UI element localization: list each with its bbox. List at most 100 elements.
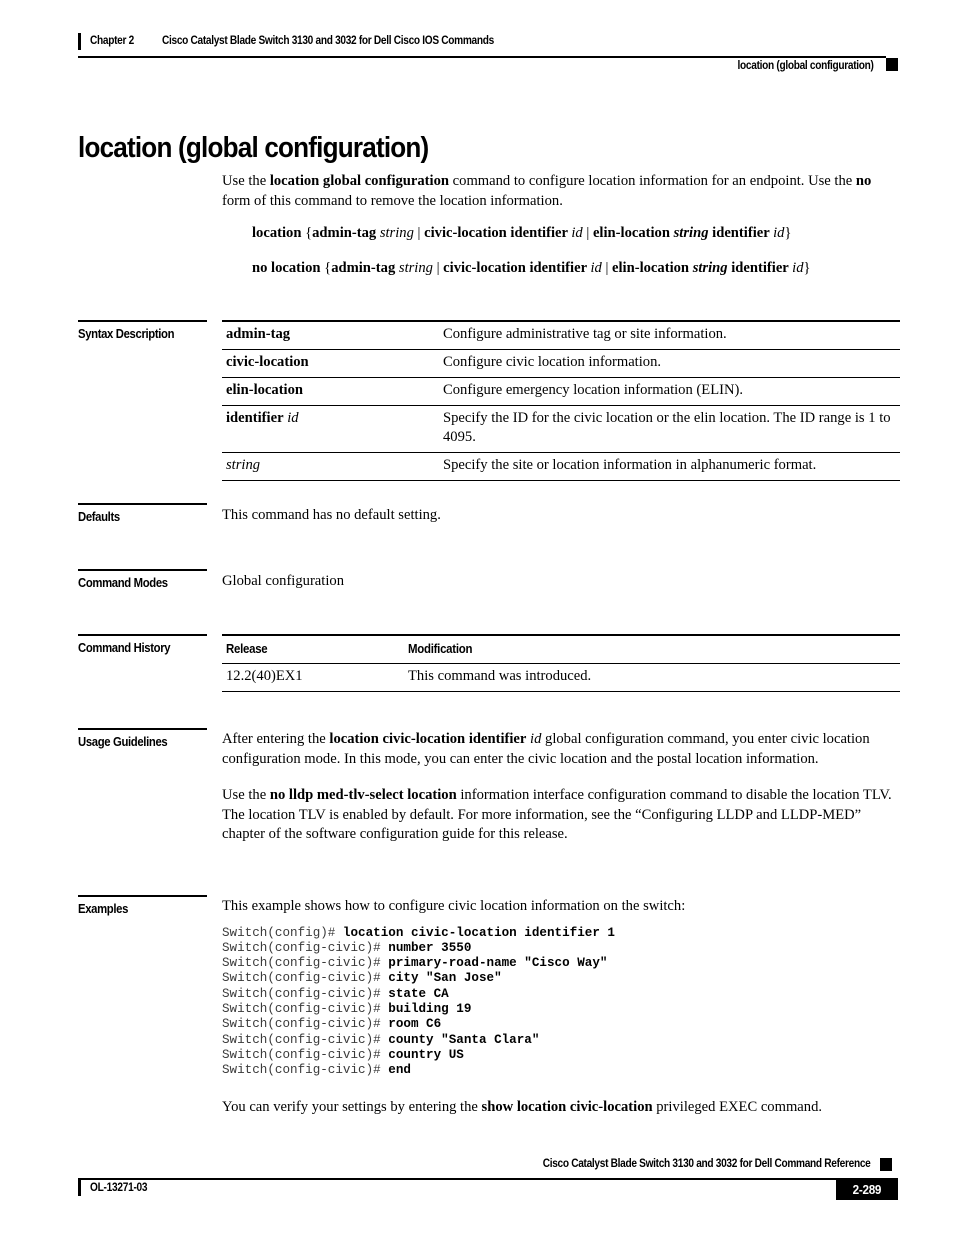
syntax-segment-3: string — [398, 260, 433, 276]
table-header-row: Release Modification — [222, 635, 900, 664]
syntax-term-italic: string — [226, 457, 261, 473]
cli-line: Switch(config)# location civic-location … — [222, 926, 900, 941]
syntax-term: identifier — [226, 410, 284, 426]
cli-prompt: Switch(config-civic)# — [222, 1032, 389, 1047]
syntax-line-no-location: no location {admin-tag string | civic-lo… — [252, 259, 900, 279]
cli-line: Switch(config-civic)# end — [222, 1063, 900, 1078]
footer-square-marker-icon — [880, 1158, 892, 1171]
header-square-marker-icon — [886, 58, 898, 71]
cli-line: Switch(config-civic)# room C6 — [222, 1017, 900, 1032]
syntax-term: elin-location — [226, 382, 304, 398]
cli-command: end — [388, 1063, 411, 1078]
syntax-segment-2: admin-tag — [312, 225, 380, 241]
verify-text-1: You can verify your settings by entering… — [222, 1099, 482, 1116]
cli-line: Switch(config-civic)# number 3550 — [222, 941, 900, 956]
section-rule — [78, 728, 207, 730]
syntax-segment-12: } — [803, 260, 811, 276]
syntax-segment-11: id — [773, 225, 785, 241]
cli-prompt: Switch(config-civic)# — [222, 1047, 389, 1062]
syntax-description-cell: Configure emergency location information… — [443, 382, 744, 398]
footer-page-number: 2-289 — [852, 1182, 882, 1197]
header-rule-group: location (global configuration) — [78, 56, 898, 76]
section-label-text: Defaults — [78, 509, 120, 524]
header-rule — [78, 56, 886, 58]
syntax-description-table: admin-tag Configure administrative tag or… — [222, 320, 900, 481]
examples-intro-text: This example shows how to configure civi… — [222, 898, 686, 914]
table-row: elin-location Configure emergency locatio… — [222, 378, 900, 406]
cli-prompt: Switch(config-civic)# — [222, 1001, 389, 1016]
page-title: location (global configuration) — [78, 132, 429, 165]
section-rule — [78, 320, 207, 322]
syntax-segment-5: civic-location identifier — [443, 260, 591, 276]
section-label-syntax-description: Syntax Description — [78, 320, 210, 341]
header-running-head: location (global configuration) — [737, 60, 874, 72]
syntax-segment-3: string — [379, 225, 414, 241]
syntax-segment-8: elin-location — [592, 225, 674, 241]
section-label-usage-guidelines: Usage Guidelines — [78, 728, 210, 749]
modification-cell: This command was introduced. — [408, 668, 592, 684]
command-history-table: Release Modification 12.2(40)EX1 This comma… — [222, 634, 900, 692]
section-label-text: Syntax Description — [78, 326, 175, 341]
header-chapter-title: Cisco Catalyst Blade Switch 3130 and 303… — [161, 35, 494, 47]
cli-prompt: Switch(config-civic)# — [222, 1017, 389, 1032]
syntax-term: admin-tag — [226, 326, 291, 342]
syntax-segment-4: | — [432, 260, 444, 276]
syntax-segment-12: } — [784, 225, 792, 241]
syntax-segment-9: string — [692, 260, 728, 276]
section-label-text: Usage Guidelines — [78, 734, 168, 749]
syntax-segment-6: id — [571, 225, 583, 241]
syntax-term-cell: string — [222, 453, 439, 481]
syntax-term-cell: elin-location — [222, 378, 439, 406]
intro-paragraph: Use the location global configuration co… — [222, 172, 900, 211]
section-label-text: Command Modes — [78, 575, 168, 590]
syntax-term: civic-location — [226, 354, 309, 370]
syntax-segment-10: identifier — [708, 225, 774, 241]
syntax-term-argument: id — [283, 410, 299, 426]
cli-line: Switch(config-civic)# building 19 — [222, 1002, 900, 1017]
syntax-line-location: location {admin-tag string | civic-locat… — [252, 224, 900, 244]
section-label-command-modes: Command Modes — [78, 569, 210, 590]
command-modes-text: Global configuration — [222, 573, 344, 589]
syntax-segment-7: | — [582, 225, 593, 241]
syntax-positive-line: location {admin-tag string | civic-locat… — [222, 224, 900, 244]
syntax-segment-4: | — [413, 225, 425, 241]
syntax-description-cell: Configure administrative tag or site inf… — [443, 326, 727, 342]
cli-command: building 19 — [388, 1001, 472, 1016]
cli-command: primary-road-name "Cisco Way" — [388, 956, 608, 971]
defaults-text: This command has no default setting. — [222, 507, 441, 523]
command-modes-content: Global configuration — [222, 572, 900, 592]
usage-guidelines-content: After entering the location civic-locati… — [222, 730, 900, 845]
table-header-cell: Release — [222, 635, 404, 664]
syntax-negative-line: no location {admin-tag string | civic-lo… — [222, 259, 900, 279]
section-label-text: Examples — [78, 901, 129, 916]
syntax-segment-wrap-9: string — [674, 225, 709, 241]
footer-page-number-box: 2-289 — [836, 1179, 898, 1200]
syntax-description-cell: Configure civic location information. — [443, 354, 662, 370]
cli-line: Switch(config-civic)# country US — [222, 1048, 900, 1063]
table-row: string Specify the site or location infor… — [222, 453, 900, 481]
usage-p2-bold-1: no lldp med-tlv-select location — [269, 787, 457, 803]
syntax-segment-10: identifier — [727, 260, 793, 276]
verify-bold-1: show location civic-location — [481, 1099, 653, 1116]
section-rule — [78, 895, 207, 897]
page-header: Chapter 2 Cisco Catalyst Blade Switch 31… — [78, 32, 898, 76]
footer-rule — [78, 1178, 898, 1180]
section-label-command-history: Command History — [78, 634, 210, 655]
cli-command: location civic-location identifier 1 — [342, 925, 615, 940]
cli-line: Switch(config-civic)# county "Santa Clar… — [222, 1033, 900, 1048]
header-left-tick-icon — [78, 32, 81, 50]
usage-p1-italic-1: id — [526, 731, 542, 747]
syntax-segment-0: no location — [252, 260, 325, 276]
intro-text-2: command to configure location informatio… — [449, 173, 856, 189]
cli-prompt: Switch(config-civic)# — [222, 1063, 389, 1078]
cli-example-block: Switch(config)# location civic-location … — [222, 926, 900, 1079]
header-chapter-number: Chapter 2 — [90, 35, 134, 47]
intro-text-1: Use the — [222, 173, 270, 189]
section-label-text: Command History — [78, 640, 171, 655]
section-rule — [78, 634, 207, 636]
cli-prompt: Switch(config-civic)# — [222, 971, 389, 986]
usage-p1-bold-1: location civic-location identifier — [329, 731, 527, 747]
section-rule — [78, 569, 207, 571]
intro-bold-1: location global configuration — [269, 173, 450, 189]
intro-text-3: form of this command to remove the locat… — [222, 192, 563, 209]
